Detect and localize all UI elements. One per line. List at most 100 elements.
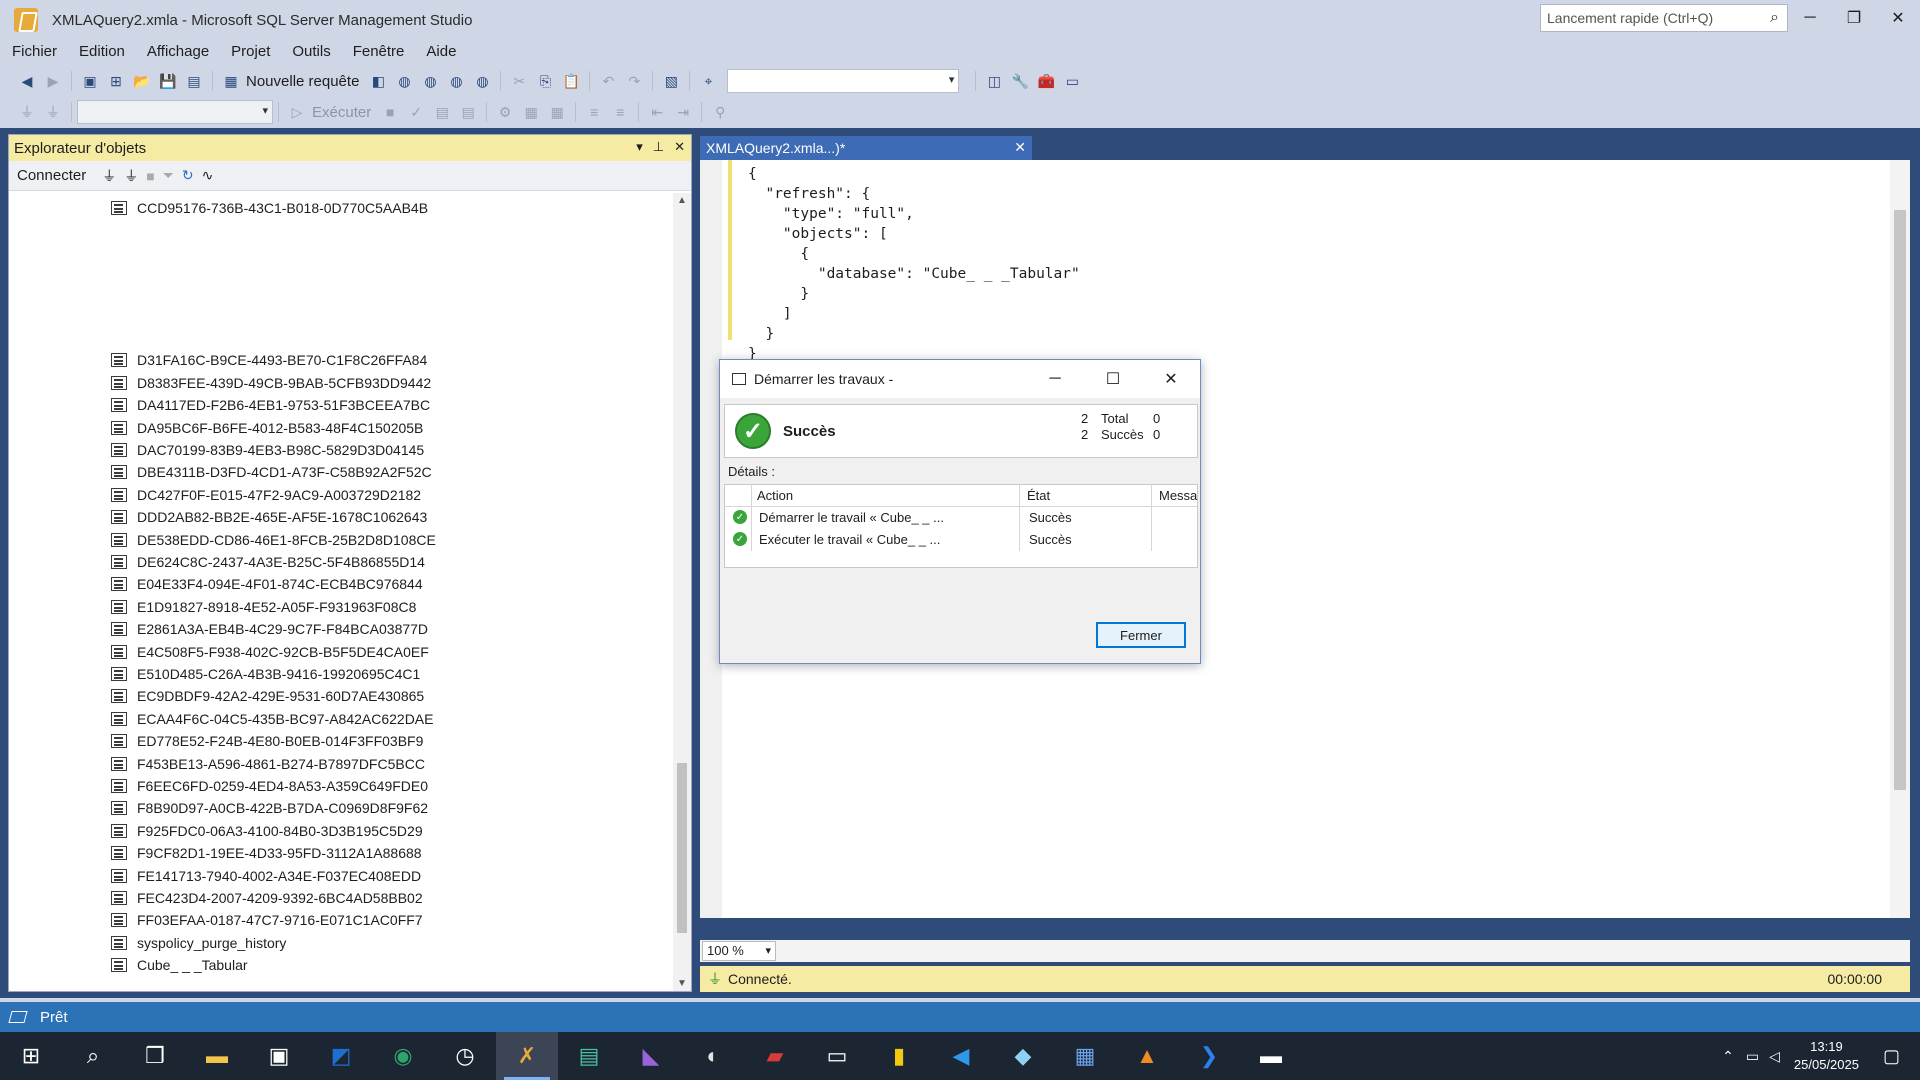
editor-scrollbar[interactable] — [1890, 160, 1910, 918]
intellisense-icon[interactable]: ▦ — [520, 101, 542, 123]
maximize-icon[interactable]: ❐ — [1832, 0, 1876, 36]
power-bi-icon[interactable]: ▮ — [868, 1032, 930, 1080]
clock[interactable]: 13:19 25/05/2025 — [1794, 1038, 1859, 1074]
comment-icon[interactable]: ≡ — [583, 101, 605, 123]
tree-node[interactable]: E510D485-C26A-4B3B-9416-19920695C4C1 — [111, 663, 420, 685]
tree-node[interactable]: FF03EFAA-0187-47C7-9716-E071C1AC0FF7 — [111, 909, 423, 931]
tree-node[interactable]: D31FA16C-B9CE-4493-BE70-C1F8C26FFA84 — [111, 349, 427, 371]
activity-icon[interactable]: ∿ — [202, 167, 214, 184]
tree-node[interactable]: EC9DBDF9-42A2-429E-9531-60D7AE430865 — [111, 685, 424, 707]
find-combo[interactable] — [727, 69, 960, 93]
tree-node[interactable]: E04E33F4-094E-4F01-874C-ECB4BC976844 — [111, 573, 423, 595]
grid-row[interactable]: ✓ Démarrer le travail « Cube_ _ ... Succ… — [725, 507, 1197, 529]
window-layout-icon[interactable]: ▭ — [1061, 70, 1083, 92]
dmx-query-icon[interactable]: ◍ — [419, 70, 441, 92]
menu-affichage[interactable]: Affichage — [147, 43, 209, 60]
tree-node[interactable]: syspolicy_purge_history — [111, 932, 286, 954]
results-text-icon[interactable]: ▤ — [457, 101, 479, 123]
app-icon[interactable]: ◐ — [682, 1032, 744, 1080]
close-tab-icon[interactable]: ✕ — [1014, 139, 1026, 156]
tree-node[interactable]: DE624C8C-2437-4A3E-B25C-5F4B86855D14 — [111, 551, 425, 573]
uncomment-icon[interactable]: ≡ — [609, 101, 631, 123]
cut-icon[interactable]: ✂ — [508, 70, 530, 92]
col-action[interactable]: Action — [757, 488, 793, 503]
tree-node[interactable]: FE141713-7940-4002-A34E-F037EC408EDD — [111, 865, 421, 887]
solution-explorer-icon[interactable]: ◫ — [983, 70, 1005, 92]
editor-scroll-thumb[interactable] — [1894, 210, 1906, 790]
quick-launch-input[interactable]: Lancement rapide (Ctrl+Q) ⌕ — [1540, 4, 1788, 32]
properties-icon[interactable]: 🔧 — [1009, 70, 1031, 92]
tree-node[interactable]: E4C508F5-F938-402C-92CB-B5F5DE4CA0EF — [111, 641, 429, 663]
execute-icon[interactable]: ▷ — [286, 101, 308, 123]
save-all-icon[interactable]: ▤ — [183, 70, 205, 92]
tool-app-icon[interactable]: ◆ — [992, 1032, 1054, 1080]
undo-icon[interactable]: ↶ — [597, 70, 619, 92]
stop-icon[interactable]: ■ — [379, 101, 401, 123]
visual-studio-icon[interactable]: ◣ — [620, 1032, 682, 1080]
file-explorer-icon[interactable]: ▬ — [186, 1032, 248, 1080]
redo-icon[interactable]: ↷ — [623, 70, 645, 92]
dialog-maximize-icon[interactable]: ☐ — [1084, 360, 1142, 398]
copy-icon[interactable]: ⎘ — [534, 70, 556, 92]
datagrip-icon[interactable]: ▤ — [558, 1032, 620, 1080]
increase-indent-icon[interactable]: ⇥ — [672, 101, 694, 123]
menu-aide[interactable]: Aide — [426, 43, 456, 60]
tree-node[interactable]: CCD95176-736B-43C1-B018-0D770C5AAB4B — [111, 197, 428, 219]
tree-node[interactable]: F8B90D97-A0CB-422B-B7DA-C0969D8F9F62 — [111, 797, 428, 819]
tree-node[interactable]: DDD2AB82-BB2E-465E-AF5E-1678C1062643 — [111, 506, 427, 528]
menu-fichier[interactable]: Fichier — [12, 43, 57, 60]
volume-icon[interactable]: ◁ — [1769, 1048, 1780, 1065]
tree-node[interactable]: DAC70199-83B9-4EB3-B98C-5829D3D04145 — [111, 439, 424, 461]
xmla-query-icon[interactable]: ◍ — [445, 70, 467, 92]
disconnect-icon[interactable]: ⏚ — [42, 101, 64, 123]
edge-icon[interactable]: ◉ — [372, 1032, 434, 1080]
toolbox-app-icon[interactable]: ▰ — [744, 1032, 806, 1080]
tree-node[interactable]: Cube_ _ _Tabular — [111, 954, 248, 976]
connect-icon[interactable]: ⏚ — [102, 166, 116, 186]
tray-chevron-icon[interactable]: ⌃ — [1722, 1048, 1734, 1065]
minimize-icon[interactable]: ─ — [1788, 0, 1832, 36]
pin-icon[interactable]: ⊥ — [653, 139, 664, 155]
zoom-combo[interactable]: 100 % — [702, 941, 776, 961]
outlook-icon[interactable]: ◩ — [310, 1032, 372, 1080]
network-icon[interactable]: ▭ — [1746, 1048, 1759, 1065]
report-builder-icon[interactable]: ▦ — [1054, 1032, 1116, 1080]
tree-node[interactable]: DBE4311B-D3FD-4CD1-A73F-C58B92A2F52C — [111, 461, 432, 483]
ssms-taskbar-icon[interactable]: ✗ — [496, 1032, 558, 1080]
open-file-icon[interactable]: 📂 — [131, 70, 153, 92]
connect-icon[interactable]: ⏚ — [16, 101, 38, 123]
query-options-icon[interactable]: ⚙ — [494, 101, 516, 123]
activity-monitor-icon[interactable]: ▧ — [660, 70, 682, 92]
search-icon[interactable]: ⌕ — [62, 1032, 124, 1080]
tree-node[interactable]: DA95BC6F-B6FE-4012-B583-48F4C150205B — [111, 417, 423, 439]
explorer-app-icon[interactable]: ▣ — [248, 1032, 310, 1080]
panel-dropdown-icon[interactable]: ▾ — [636, 139, 643, 155]
save-icon[interactable]: 💾 — [157, 70, 179, 92]
terminal-app-icon[interactable]: ▭ — [806, 1032, 868, 1080]
object-tree-scrollbar[interactable]: ▲ ▼ — [673, 193, 691, 991]
mdx-query-icon[interactable]: ◍ — [393, 70, 415, 92]
clock-app-icon[interactable]: ◷ — [434, 1032, 496, 1080]
specify-values-icon[interactable]: ⚲ — [709, 101, 731, 123]
tree-node[interactable]: DA4117ED-F2B6-4EB1-9753-51F3BCEEA7BC — [111, 394, 430, 416]
dialog-close-icon[interactable]: ✕ — [1142, 360, 1200, 398]
back-icon[interactable]: ◀ — [16, 70, 38, 92]
col-message[interactable]: Messa — [1159, 488, 1197, 503]
paste-icon[interactable]: 📋 — [560, 70, 582, 92]
vlc-icon[interactable]: ▲ — [1116, 1032, 1178, 1080]
dax-query-icon[interactable]: ◍ — [471, 70, 493, 92]
results-grid-icon[interactable]: ▤ — [431, 101, 453, 123]
new-query-icon[interactable]: ▦ — [220, 70, 242, 92]
task-view-icon[interactable]: ❒ — [124, 1032, 186, 1080]
decrease-indent-icon[interactable]: ⇤ — [646, 101, 668, 123]
results-file-icon[interactable]: ▦ — [546, 101, 568, 123]
parse-icon[interactable]: ✓ — [405, 101, 427, 123]
notifications-icon[interactable]: ▢ — [1883, 1046, 1900, 1067]
menu-projet[interactable]: Projet — [231, 43, 270, 60]
menu-outils[interactable]: Outils — [292, 43, 330, 60]
tree-node[interactable]: ECAA4F6C-04C5-435B-BC97-A842AC622DAE — [111, 708, 433, 730]
grid-row[interactable]: ✓ Exécuter le travail « Cube_ _ ... Succ… — [725, 529, 1197, 551]
xmla-code[interactable]: { "refresh": { "type": "full", "objects"… — [748, 164, 1080, 364]
connect-dropdown[interactable]: Connecter — [17, 167, 86, 184]
tree-node[interactable]: D8383FEE-439D-49CB-9BAB-5CFB93DD9442 — [111, 372, 431, 394]
